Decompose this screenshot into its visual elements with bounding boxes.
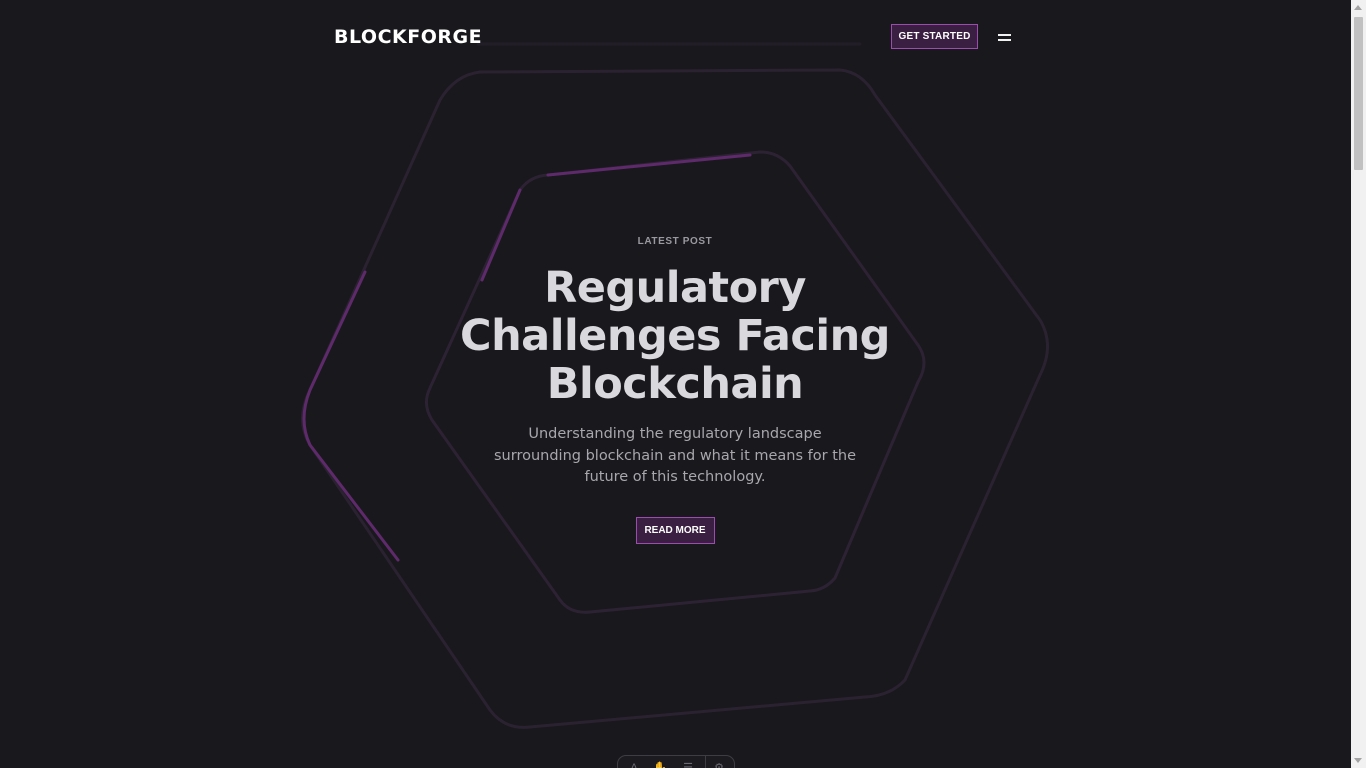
- scrollbar-thumb[interactable]: [1354, 17, 1363, 170]
- post-title: Regulatory Challenges Facing Blockchain: [433, 264, 917, 408]
- post-title-line: Challenges Facing: [460, 311, 890, 361]
- post-title-line: Blockchain: [546, 359, 804, 409]
- hero-section: LATEST POST Regulatory Challenges Facing…: [433, 230, 917, 544]
- get-started-button[interactable]: GET STARTED: [891, 24, 978, 49]
- post-eyebrow: LATEST POST: [637, 236, 713, 247]
- floating-toolbar: A ✋ ☰ ⚙: [617, 755, 735, 768]
- read-more-button[interactable]: READ MORE: [635, 516, 715, 544]
- site-header: BLOCKFORGE GET STARTED: [334, 24, 1014, 52]
- text-icon[interactable]: A: [626, 760, 642, 768]
- brand-logo[interactable]: BLOCKFORGE: [334, 26, 482, 48]
- scroll-up-arrow-icon[interactable]: [1354, 5, 1362, 10]
- post-title-line: Regulatory: [544, 263, 806, 313]
- list-icon[interactable]: ☰: [680, 760, 696, 768]
- hand-icon[interactable]: ✋: [652, 760, 668, 768]
- hamburger-menu-icon[interactable]: [998, 31, 1011, 43]
- post-subtitle: Understanding the regulatory landscape s…: [494, 426, 856, 485]
- scroll-down-arrow-icon[interactable]: [1354, 758, 1362, 763]
- page-scrollbar[interactable]: [1351, 0, 1366, 768]
- page: BLOCKFORGE GET STARTED LATEST POST Regul…: [0, 0, 1366, 768]
- settings-icon[interactable]: ⚙: [711, 760, 727, 768]
- toolbar-divider: [705, 756, 706, 768]
